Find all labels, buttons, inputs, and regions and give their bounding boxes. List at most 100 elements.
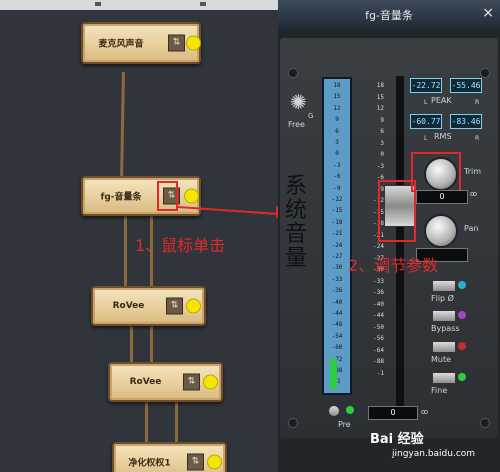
fader-scale-label: -3 — [376, 162, 384, 170]
wire — [150, 326, 153, 366]
peak-left-display: -22.72 — [410, 78, 442, 93]
wire — [145, 400, 148, 445]
flip-label: Flip Ø — [431, 294, 454, 303]
baidu-url: jingyan.baidu.com — [392, 449, 476, 459]
io-toggle-icon[interactable]: ⇅ — [168, 34, 185, 52]
fader-scale-label: -1 — [376, 369, 384, 377]
fader-scale-label: -56 — [373, 335, 384, 342]
meter-scale-label: -6 — [333, 173, 341, 181]
fader-scale-label: 18 — [376, 82, 384, 89]
fader-scale-label: -24 — [373, 243, 384, 250]
fader-scale-label: 15 — [376, 93, 384, 101]
yellow-status-dot[interactable] — [203, 374, 218, 390]
fader-scale-label: 0 — [380, 151, 384, 158]
meter-scale-label: 15 — [333, 93, 341, 101]
logo-label: Free — [288, 120, 305, 129]
fine-label: Fine — [431, 386, 448, 395]
mute-led — [458, 342, 466, 350]
meter-scale-label: -40 — [331, 298, 343, 306]
trim-label: Trim — [464, 167, 482, 176]
logo-mark: G — [308, 112, 314, 120]
wire — [175, 400, 178, 445]
pre-label: Pre — [338, 420, 351, 429]
toolbar-mark — [200, 2, 206, 6]
link-icon[interactable]: ꝏ — [421, 408, 428, 416]
peak-right-display: -55.46 — [450, 78, 482, 93]
meter-scale-label: -36 — [331, 287, 343, 295]
pre-led — [346, 406, 354, 414]
io-toggle-icon[interactable]: ⇅ — [166, 297, 183, 315]
node-purify[interactable]: 净化权权1 ⇅ — [112, 442, 227, 472]
node-rovee-2[interactable]: RoVee ⇅ — [108, 362, 223, 402]
meter-scale-label: -88 — [331, 367, 343, 374]
fader-scale-label: 12 — [376, 105, 384, 112]
meter-scale-label: -15 — [331, 207, 343, 215]
pan-label: Pan — [464, 224, 479, 233]
yellow-status-dot[interactable] — [186, 298, 201, 314]
fader-scale-label: 3 — [380, 139, 384, 147]
meter-scale: 18 15 12 9 6 3 0 -3 -6 -9 -12 -15 -18 -21 -24 -27 -30 -33… — [324, 82, 350, 390]
mute-button[interactable] — [432, 341, 456, 353]
meter-scale-label: 12 — [333, 104, 341, 112]
bypass-button[interactable] — [432, 310, 456, 322]
plugin-title: fg-音量条 — [365, 9, 413, 22]
node-rovee-1[interactable]: RoVee ⇅ — [91, 286, 206, 326]
meter-scale-label: -33 — [331, 275, 343, 283]
screw-icon — [288, 68, 298, 78]
fader-scale-label: -33 — [373, 277, 384, 285]
link-icon[interactable]: ꝏ — [470, 190, 477, 198]
node-label: 净化权权1 — [128, 458, 171, 469]
meter-scale-label: -1 — [324, 378, 350, 385]
plugin-window[interactable]: fg-音量条 × ✺ Free G 18 15 12 9 6 3 0 -3 -6 -9 -12 -15… — [278, 0, 500, 472]
node-fg-volume[interactable]: fg-音量条 ⇅ — [81, 176, 201, 216]
meter-green-level — [330, 359, 337, 389]
io-toggle-icon[interactable]: ⇅ — [183, 373, 200, 391]
fader-scale-label: -44 — [373, 312, 384, 319]
meter-scale-label: 18 — [333, 82, 341, 89]
meter-scale-label: -30 — [331, 264, 343, 272]
meter-scale-label: -44 — [331, 310, 343, 317]
wire — [130, 326, 133, 366]
toolbar-mark — [95, 2, 101, 6]
node-graph-canvas[interactable]: 麦克风声音 ⇅ fg-音量条 ⇅ RoVee ⇅ RoVee ⇅ 净化权权1 ⇅… — [0, 0, 278, 472]
node-mic-sound[interactable]: 麦克风声音 ⇅ — [81, 22, 201, 64]
level-meter: 18 15 12 9 6 3 0 -3 -6 -9 -12 -15 -18 -21 -24 -27 -30 -33… — [322, 77, 352, 395]
fader-value[interactable]: 0 — [368, 406, 418, 420]
top-toolbar-strip — [0, 0, 278, 10]
highlight-box — [411, 152, 461, 192]
rms-left-display: -60.77 — [410, 114, 442, 129]
screw-icon — [288, 418, 298, 428]
meter-scale-label: -60 — [331, 344, 343, 352]
io-toggle-icon[interactable]: ⇅ — [187, 453, 204, 471]
step1-annotation: 1、鼠标单击 — [135, 236, 226, 255]
wire — [124, 210, 127, 294]
meter-scale-label: -27 — [331, 253, 343, 260]
yellow-status-dot[interactable] — [184, 188, 199, 204]
baidu-watermark: Bai 经验 — [370, 432, 424, 447]
screw-icon — [480, 418, 490, 428]
plugin-titlebar[interactable]: fg-音量条 × — [278, 0, 500, 30]
fine-button[interactable] — [432, 372, 456, 384]
fader-scale-label: -64 — [373, 346, 384, 354]
fine-led — [458, 373, 466, 381]
meter-scale-label: 3 — [335, 139, 339, 146]
meter-scale-label: -12 — [331, 196, 343, 203]
yellow-status-dot[interactable] — [207, 454, 222, 470]
pre-button[interactable] — [328, 405, 340, 417]
trim-value[interactable]: 0 — [416, 190, 468, 204]
meter-scale-label: -54 — [331, 332, 343, 340]
vertical-annotation: 系统音量 — [285, 174, 308, 271]
pan-knob[interactable] — [424, 214, 458, 248]
node-label: 麦克风声音 — [98, 39, 144, 50]
wire — [120, 71, 125, 181]
close-icon[interactable]: × — [482, 5, 494, 21]
node-label: fg-音量条 — [100, 192, 142, 203]
step2-annotation: 2、调节参数 — [348, 256, 439, 275]
rms-right-display: -83.46 — [450, 114, 482, 129]
yellow-status-dot[interactable] — [186, 35, 201, 51]
meter-scale-label: -72 — [331, 355, 343, 363]
fader-scale-label: -40 — [373, 300, 384, 308]
highlight-box — [157, 181, 178, 211]
fader-scale-label: 9 — [380, 116, 384, 124]
flip-button[interactable] — [432, 280, 456, 292]
